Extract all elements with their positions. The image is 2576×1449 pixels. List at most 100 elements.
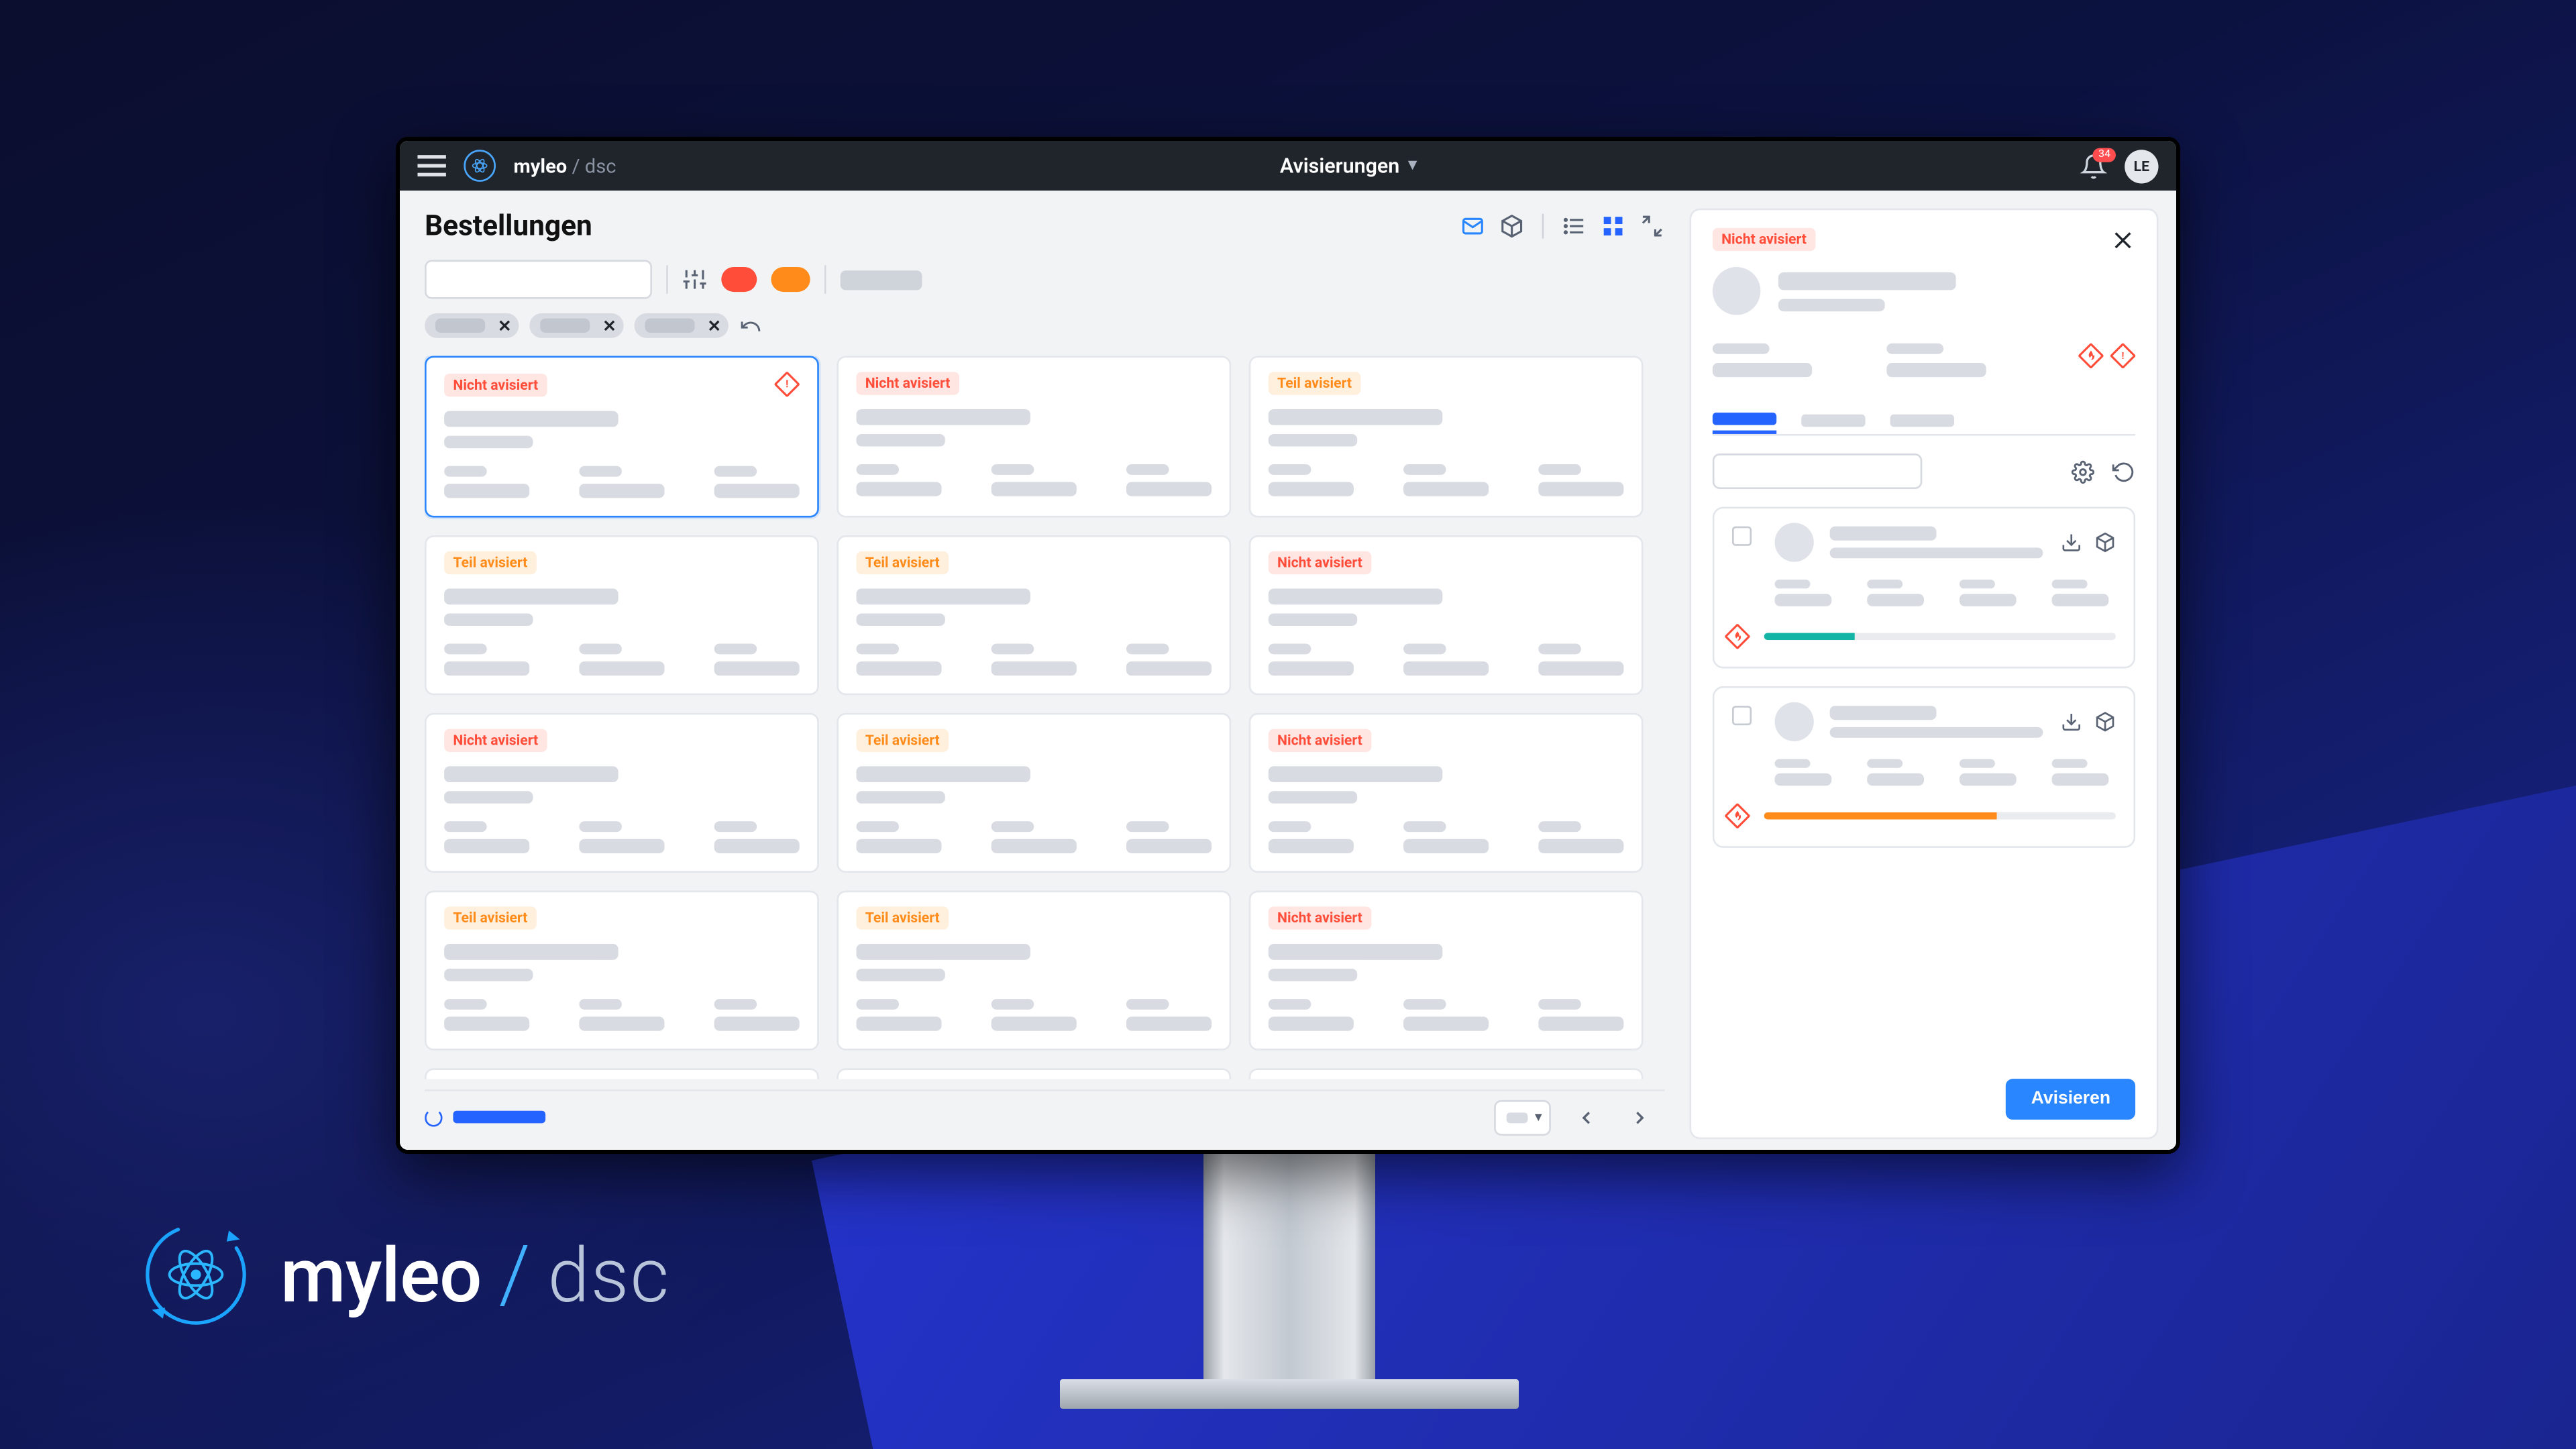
card-status-badge: Teil avisiert — [857, 551, 949, 574]
card-status-badge: Teil avisiert — [857, 729, 949, 751]
loading-indicator — [425, 1108, 545, 1126]
card-status-badge: Teil avisiert — [1269, 372, 1360, 394]
status-filter-orange[interactable] — [771, 267, 810, 292]
panel-status-badge: Nicht avisiert — [1713, 228, 1815, 251]
card-title-placeholder — [857, 766, 1031, 782]
view-package-icon[interactable] — [1499, 213, 1524, 237]
panel-tab[interactable] — [1890, 406, 1954, 434]
close-icon[interactable] — [496, 317, 513, 334]
panel-refresh-button[interactable] — [2112, 460, 2135, 482]
card-subtitle-placeholder — [444, 969, 533, 981]
card-title-placeholder — [857, 588, 1031, 604]
card-subtitle-placeholder — [444, 613, 533, 626]
page-prev-button[interactable] — [1568, 1103, 1604, 1131]
menu-button[interactable] — [417, 155, 445, 176]
page-size-select[interactable]: ▾ — [1494, 1099, 1551, 1135]
entity-avatar — [1713, 267, 1760, 315]
card-status-badge: Teil avisiert — [857, 906, 949, 929]
panel-tab[interactable] — [1713, 406, 1776, 434]
logo-mark-icon — [141, 1220, 251, 1330]
progress-bar — [1764, 812, 2116, 820]
order-card[interactable]: Teil avisiert — [837, 535, 1231, 695]
svg-text:!: ! — [2122, 351, 2125, 362]
card-subtitle-placeholder — [444, 436, 533, 449]
undo-filters-button[interactable] — [739, 314, 762, 337]
svg-text:!: ! — [786, 378, 788, 390]
progress-bar — [1764, 633, 2116, 640]
package-icon[interactable] — [2094, 532, 2116, 553]
panel-tabs — [1713, 406, 2135, 436]
order-card[interactable]: Nicht avisiert! — [425, 356, 819, 517]
download-icon[interactable] — [2061, 532, 2082, 553]
card-title-placeholder — [1269, 588, 1443, 604]
order-card[interactable]: Teil avisiert — [837, 713, 1231, 873]
order-card[interactable]: Teil avisiert — [837, 1068, 1231, 1079]
filter-chip[interactable] — [635, 313, 729, 338]
advise-button[interactable]: Avisieren — [2006, 1079, 2135, 1120]
order-card[interactable]: Nicht avisiert — [1249, 890, 1644, 1050]
entity-sub-placeholder — [1778, 298, 1885, 311]
order-card[interactable]: Teil avisiert — [425, 890, 819, 1050]
search-input[interactable] — [425, 260, 652, 299]
view-mail-icon[interactable] — [1460, 213, 1485, 237]
item-avatar — [1775, 523, 1814, 561]
order-card[interactable]: Teil avisiert — [837, 890, 1231, 1050]
item-checkbox[interactable] — [1732, 527, 1752, 546]
notifications-button[interactable]: 34 — [2080, 152, 2107, 179]
view-list-icon[interactable] — [1562, 213, 1587, 237]
sort-placeholder[interactable] — [841, 270, 922, 289]
panel-tab[interactable] — [1801, 406, 1865, 434]
order-card[interactable]: Nicht avisiert — [1249, 713, 1644, 873]
spinner-icon — [425, 1108, 442, 1126]
logo-text-b: dsc — [547, 1232, 670, 1320]
order-card[interactable]: Nicht avisiert — [837, 356, 1231, 517]
page-next-button[interactable] — [1622, 1103, 1658, 1131]
panel-line-item[interactable] — [1713, 506, 2135, 668]
panel-close-button[interactable] — [2110, 228, 2135, 253]
panel-search-input[interactable] — [1713, 453, 1922, 489]
page-title-dropdown[interactable]: Avisierungen ▾ — [634, 154, 2063, 178]
download-icon[interactable] — [2061, 711, 2082, 733]
close-icon[interactable] — [600, 317, 618, 334]
order-card[interactable]: Nicht avisiert — [1249, 535, 1644, 695]
card-title-placeholder — [857, 944, 1031, 960]
card-status-badge: Nicht avisiert — [444, 729, 547, 751]
user-avatar[interactable]: LE — [2125, 149, 2158, 182]
card-subtitle-placeholder — [857, 969, 945, 981]
chevron-down-icon: ▾ — [1409, 157, 1417, 174]
monitor-stand-base — [1060, 1379, 1519, 1409]
card-status-badge: Teil avisiert — [444, 906, 536, 929]
order-card[interactable]: Teil avisiert — [1249, 356, 1644, 517]
order-card[interactable]: Nicht avisiert — [425, 713, 819, 873]
view-collapse-icon[interactable] — [1640, 213, 1664, 237]
item-checkbox[interactable] — [1732, 706, 1752, 725]
hazard-flammable-icon — [2078, 343, 2103, 368]
hazard-flammable-icon — [1725, 624, 1750, 649]
brand-icon — [464, 150, 496, 182]
close-icon[interactable] — [705, 317, 722, 334]
panel-settings-button[interactable] — [2072, 460, 2094, 482]
order-grid[interactable]: Nicht avisiert!Nicht avisiertTeil avisie… — [425, 356, 1664, 1079]
card-title-placeholder — [444, 411, 619, 427]
hazard-flammable-icon — [1725, 804, 1750, 828]
panel-line-item[interactable] — [1713, 686, 2135, 848]
brand-text: myleo / dsc — [513, 154, 616, 177]
monitor-bezel: myleo / dsc Avisierungen ▾ 34 LE — [396, 137, 2180, 1154]
card-title-placeholder — [857, 409, 1031, 425]
package-icon[interactable] — [2094, 711, 2116, 733]
status-filter-red[interactable] — [721, 267, 757, 292]
filter-chip[interactable] — [529, 313, 623, 338]
card-subtitle-placeholder — [444, 791, 533, 804]
filter-chip[interactable] — [425, 313, 519, 338]
card-title-placeholder — [444, 588, 619, 604]
card-status-badge: Nicht avisiert — [444, 373, 547, 396]
order-card[interactable]: Teil avisiert — [425, 1068, 819, 1079]
card-status-badge: Nicht avisiert — [1269, 551, 1371, 574]
card-subtitle-placeholder — [857, 434, 945, 447]
card-subtitle-placeholder — [857, 791, 945, 804]
filter-sliders-button[interactable] — [682, 267, 707, 292]
view-grid-icon[interactable] — [1601, 213, 1625, 237]
order-card[interactable]: Nicht avisiert — [1249, 1068, 1644, 1079]
notification-badge: 34 — [2093, 147, 2116, 161]
order-card[interactable]: Teil avisiert — [425, 535, 819, 695]
